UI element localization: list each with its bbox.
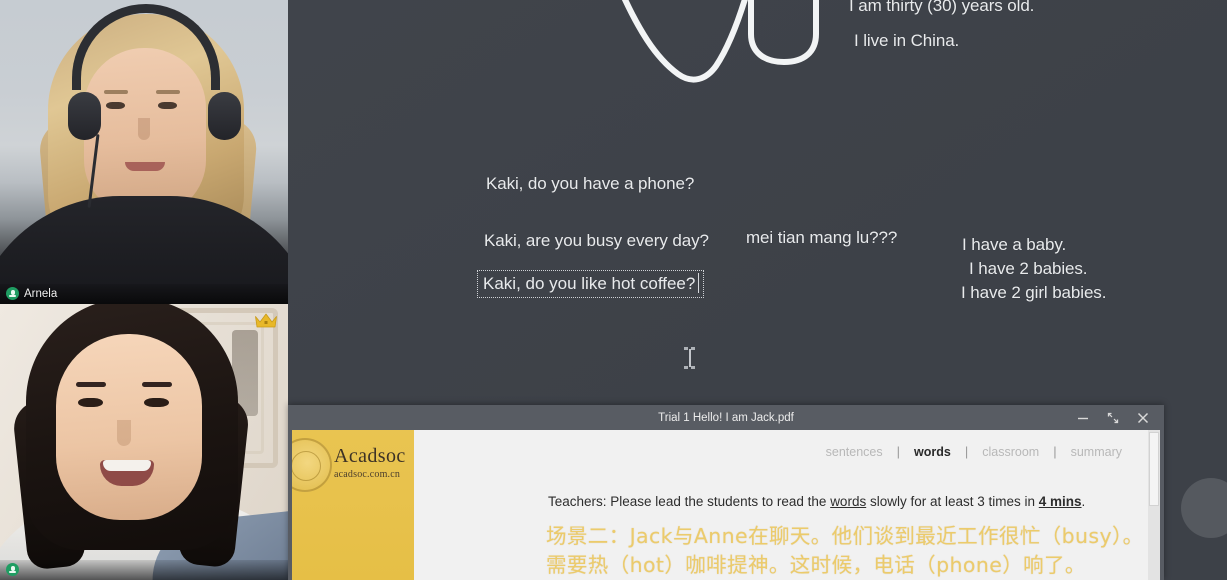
pdf-section-tabs: sentences | words | classroom | summary	[812, 444, 1136, 459]
window-controls	[1068, 405, 1158, 430]
instruction-middle: slowly for at least 3 times in	[866, 494, 1039, 509]
maximize-button[interactable]	[1098, 405, 1128, 430]
student-name-label	[0, 560, 288, 580]
whiteboard-line-country[interactable]: I live in China.	[854, 31, 959, 51]
screen-root: I am thirty (30) years old. I live in Ch…	[0, 0, 1227, 580]
whiteboard-line-age[interactable]: I am thirty (30) years old.	[849, 0, 1034, 16]
instruction-underline-words: words	[830, 494, 867, 509]
pdf-scrollbar[interactable]	[1148, 430, 1160, 580]
pdf-titlebar[interactable]: Trial 1 Hello! I am Jack.pdf	[288, 405, 1164, 430]
whiteboard-line-baby-1[interactable]: I have a baby.	[962, 235, 1066, 255]
pdf-window[interactable]: Trial 1 Hello! I am Jack.pdf Acadsoc aca…	[288, 405, 1164, 580]
instruction-suffix: .	[1081, 494, 1086, 509]
microphone-icon	[6, 287, 19, 300]
whiteboard-line-pinyin[interactable]: mei tian mang lu???	[746, 228, 897, 248]
microphone-icon	[6, 563, 19, 576]
whiteboard-line-phone-question[interactable]: Kaki, do you have a phone?	[486, 174, 694, 194]
tab-summary[interactable]: summary	[1057, 445, 1136, 459]
seal-icon	[292, 438, 332, 492]
whiteboard-active-textbox[interactable]: Kaki, do you like hot coffee?	[477, 270, 705, 298]
mouse-ibeam-cursor	[684, 347, 695, 369]
brand-name: Acadsoc	[334, 445, 406, 467]
brand-url: acadsoc.com.cn	[334, 469, 401, 480]
tab-words[interactable]: words	[900, 445, 965, 459]
minimize-button[interactable]	[1068, 405, 1098, 430]
close-button[interactable]	[1128, 405, 1158, 430]
pdf-page-body[interactable]: Acadsoc acadsoc.com.cn sentences | words…	[292, 430, 1160, 580]
edge-circle-control[interactable]	[1181, 478, 1227, 538]
whiteboard-line-busy-question[interactable]: Kaki, are you busy every day?	[484, 231, 709, 251]
instruction-prefix: Teachers: Please lead the students to re…	[548, 494, 831, 509]
tab-sentences[interactable]: sentences	[812, 445, 897, 459]
chinese-scenario-text: 场景二：Jack与Anne在聊天。他们谈到最近工作很忙（busy）。 需要热（h…	[546, 522, 1144, 580]
pdf-window-title: Trial 1 Hello! I am Jack.pdf	[658, 411, 794, 424]
tab-classroom[interactable]: classroom	[968, 445, 1053, 459]
video-tile-student[interactable]	[0, 304, 288, 580]
acadsoc-brand-panel: Acadsoc acadsoc.com.cn	[292, 430, 414, 580]
teacher-name-text: Arnela	[24, 287, 58, 300]
teacher-video-frame	[0, 0, 288, 304]
pdf-scrollbar-thumb[interactable]	[1149, 432, 1159, 506]
crown-icon	[255, 313, 277, 328]
teacher-instruction: Teachers: Please lead the students to re…	[548, 494, 1085, 509]
pdf-content-area[interactable]: sentences | words | classroom | summary …	[414, 430, 1160, 580]
instruction-underline-mins: 4 mins	[1038, 494, 1082, 509]
whiteboard-line-baby-3[interactable]: I have 2 girl babies.	[961, 283, 1106, 303]
text-caret	[698, 273, 700, 293]
whiteboard-line-baby-2[interactable]: I have 2 babies.	[969, 259, 1088, 279]
brand-block: Acadsoc acadsoc.com.cn	[334, 446, 406, 480]
student-video-frame	[0, 304, 288, 580]
chinese-line-2: 需要热（hot）咖啡提神。这时候，电话（phone）响了。	[546, 553, 1086, 578]
teacher-name-label: Arnela	[0, 284, 288, 304]
video-tile-teacher[interactable]: Arnela	[0, 0, 288, 304]
chinese-line-1: 场景二：Jack与Anne在聊天。他们谈到最近工作很忙（busy）。	[546, 524, 1144, 548]
pdf-right-gutter	[1160, 430, 1164, 580]
active-textbox-text: Kaki, do you like hot coffee?	[483, 274, 696, 293]
